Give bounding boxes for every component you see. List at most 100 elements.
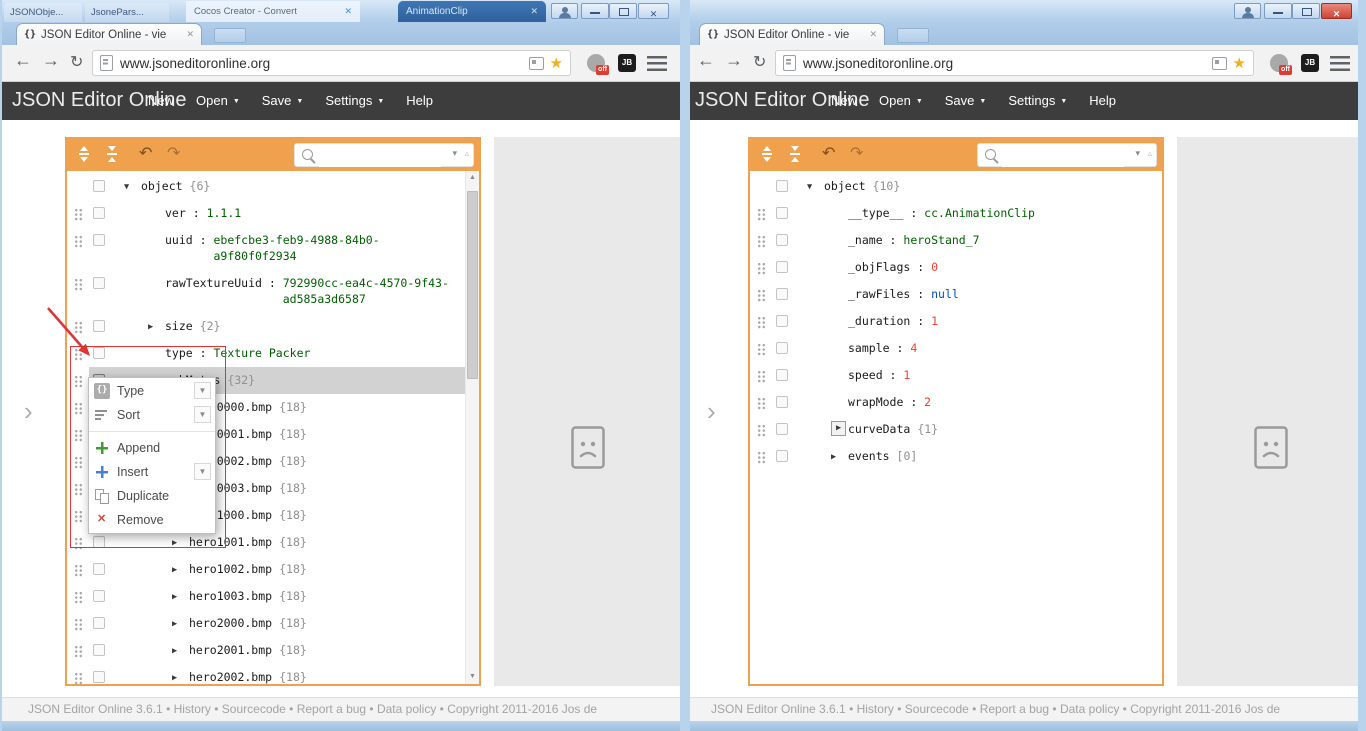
field-name[interactable]: _rawFiles	[848, 286, 910, 302]
window-titlebar[interactable]: ✕	[683, 0, 1366, 22]
search-next-icon[interactable]: ▾	[452, 148, 457, 159]
row-action-button[interactable]	[93, 644, 105, 656]
maximize-button[interactable]	[609, 3, 637, 19]
field-value[interactable]: ebefcbe3-feb9-4988-84b0-a9f80f0f2934	[213, 232, 457, 264]
tab-close-icon[interactable]: ✕	[186, 29, 194, 40]
row-action-button[interactable]	[93, 617, 105, 629]
row-action-button[interactable]	[93, 277, 105, 289]
expand-icon[interactable]: ▶	[831, 421, 846, 436]
minimize-button[interactable]	[1264, 3, 1292, 19]
field-name[interactable]: object	[141, 178, 183, 194]
expand-icon[interactable]: ▶	[172, 670, 187, 684]
row-action-button[interactable]	[776, 396, 788, 408]
undo-icon[interactable]: ↶	[822, 143, 840, 162]
close-button[interactable]: ✕	[638, 3, 669, 19]
row-action-button[interactable]	[776, 180, 788, 192]
back-button[interactable]: ←	[697, 50, 715, 71]
row-action-button[interactable]	[93, 320, 105, 332]
expand-icon[interactable]: ▶	[148, 319, 163, 335]
row-action-button[interactable]	[93, 180, 105, 192]
drag-handle-icon[interactable]	[74, 235, 83, 248]
field-name[interactable]: hero2002.bmp	[189, 669, 272, 684]
extension-off-icon[interactable]: off	[587, 54, 609, 75]
row-action-button[interactable]	[776, 234, 788, 246]
field-name[interactable]: hero1003.bmp	[189, 588, 272, 604]
close-button[interactable]: ✕	[1321, 3, 1352, 19]
tree-row-sample[interactable]: sample : 4	[752, 335, 1162, 362]
undo-icon[interactable]: ↶	[139, 143, 157, 162]
scrollbar[interactable]: ▲ ▼	[465, 171, 479, 684]
menu-hamburger-icon[interactable]	[1330, 56, 1350, 71]
drag-handle-icon[interactable]	[74, 591, 83, 604]
drag-handle-icon[interactable]	[74, 537, 83, 550]
field-value[interactable]: heroStand_7	[903, 232, 979, 248]
expand-icon[interactable]: ▶	[172, 616, 187, 632]
forward-button[interactable]: →	[42, 50, 60, 71]
field-name[interactable]: type	[165, 345, 193, 361]
field-name[interactable]: hero2001.bmp	[189, 642, 272, 658]
row-action-button[interactable]	[93, 234, 105, 246]
field-value[interactable]: null	[931, 286, 959, 302]
tree-row-__type__[interactable]: __type__ : cc.AnimationClip	[752, 200, 1162, 227]
bookmark-star-icon[interactable]: ★	[550, 56, 563, 71]
browser-tab[interactable]: {} JSON Editor Online - vie ✕	[699, 23, 885, 45]
search-prev-icon[interactable]: ▵	[1147, 148, 1152, 159]
collapse-all-icon[interactable]	[787, 146, 805, 164]
page-action-icon[interactable]	[1211, 56, 1227, 70]
scrollbar-thumb[interactable]	[467, 191, 478, 379]
drag-handle-icon[interactable]	[74, 564, 83, 577]
tree-row-type[interactable]: type : Texture Packer	[69, 340, 465, 367]
field-name[interactable]: ver	[165, 205, 186, 221]
drag-handle-icon[interactable]	[757, 235, 766, 248]
expand-icon[interactable]: ▶	[172, 535, 187, 551]
drag-handle-icon[interactable]	[74, 208, 83, 221]
scroll-down-icon[interactable]: ▼	[466, 670, 479, 684]
row-action-button[interactable]	[776, 450, 788, 462]
drag-handle-icon[interactable]	[74, 510, 83, 523]
field-name[interactable]: events	[848, 448, 890, 464]
back-button[interactable]: ←	[14, 50, 32, 71]
field-name[interactable]: uuid	[165, 232, 193, 248]
menu-open[interactable]: Open ▼	[868, 82, 934, 120]
field-name[interactable]: _duration	[848, 313, 910, 329]
page-footer[interactable]: JSON Editor Online 3.6.1 • History • Sou…	[0, 697, 683, 721]
row-action-button[interactable]	[93, 347, 105, 359]
tree-row-hero2001.bmp[interactable]: ▶ hero2001.bmp {18}	[69, 637, 465, 664]
maximize-button[interactable]	[1292, 3, 1320, 19]
field-name[interactable]: object	[824, 178, 866, 194]
menu-help[interactable]: Help	[395, 82, 444, 120]
row-action-button[interactable]	[776, 261, 788, 273]
expand-all-icon[interactable]	[759, 146, 777, 164]
field-value[interactable]: Texture Packer	[213, 345, 310, 361]
field-value[interactable]: 1.1.1	[207, 205, 242, 221]
address-bar[interactable]: www.jsoneditoronline.org ★	[775, 50, 1254, 76]
expand-all-icon[interactable]	[76, 146, 94, 164]
menu-save[interactable]: Save ▼	[934, 82, 998, 120]
tree-row-events[interactable]: ▶ events [0]	[752, 443, 1162, 470]
expand-icon[interactable]: ▶	[172, 643, 187, 659]
row-action-button[interactable]	[93, 536, 105, 548]
tree-row-_objFlags[interactable]: _objFlags : 0	[752, 254, 1162, 281]
new-tab-button[interactable]	[897, 28, 929, 43]
browser-tab[interactable]: {} JSON Editor Online - vie ✕	[16, 23, 202, 45]
tree-row-hero1003.bmp[interactable]: ▶ hero1003.bmp {18}	[69, 583, 465, 610]
drag-handle-icon[interactable]	[757, 262, 766, 275]
drag-handle-icon[interactable]	[74, 483, 83, 496]
menu-open[interactable]: Open ▼	[185, 82, 251, 120]
field-name[interactable]: hero2000.bmp	[189, 615, 272, 631]
drag-handle-icon[interactable]	[757, 370, 766, 383]
field-name[interactable]: hero1002.bmp	[189, 561, 272, 577]
menu-settings[interactable]: Settings ▼	[997, 82, 1078, 120]
url-text[interactable]: www.jsoneditoronline.org	[803, 56, 1207, 71]
field-name[interactable]: size	[165, 318, 193, 334]
tree-row-object[interactable]: ▼ object {6}	[69, 173, 465, 200]
search-box[interactable]: ▾ ▵	[294, 143, 474, 167]
field-name[interactable]: _objFlags	[848, 259, 910, 275]
field-value[interactable]: 2	[924, 394, 931, 410]
field-value[interactable]: 4	[910, 340, 917, 356]
row-action-button[interactable]	[776, 369, 788, 381]
drag-handle-icon[interactable]	[757, 343, 766, 356]
collapse-icon[interactable]: ▼	[124, 179, 139, 195]
page-action-icon[interactable]	[528, 56, 544, 70]
field-value[interactable]: 1	[903, 367, 910, 383]
